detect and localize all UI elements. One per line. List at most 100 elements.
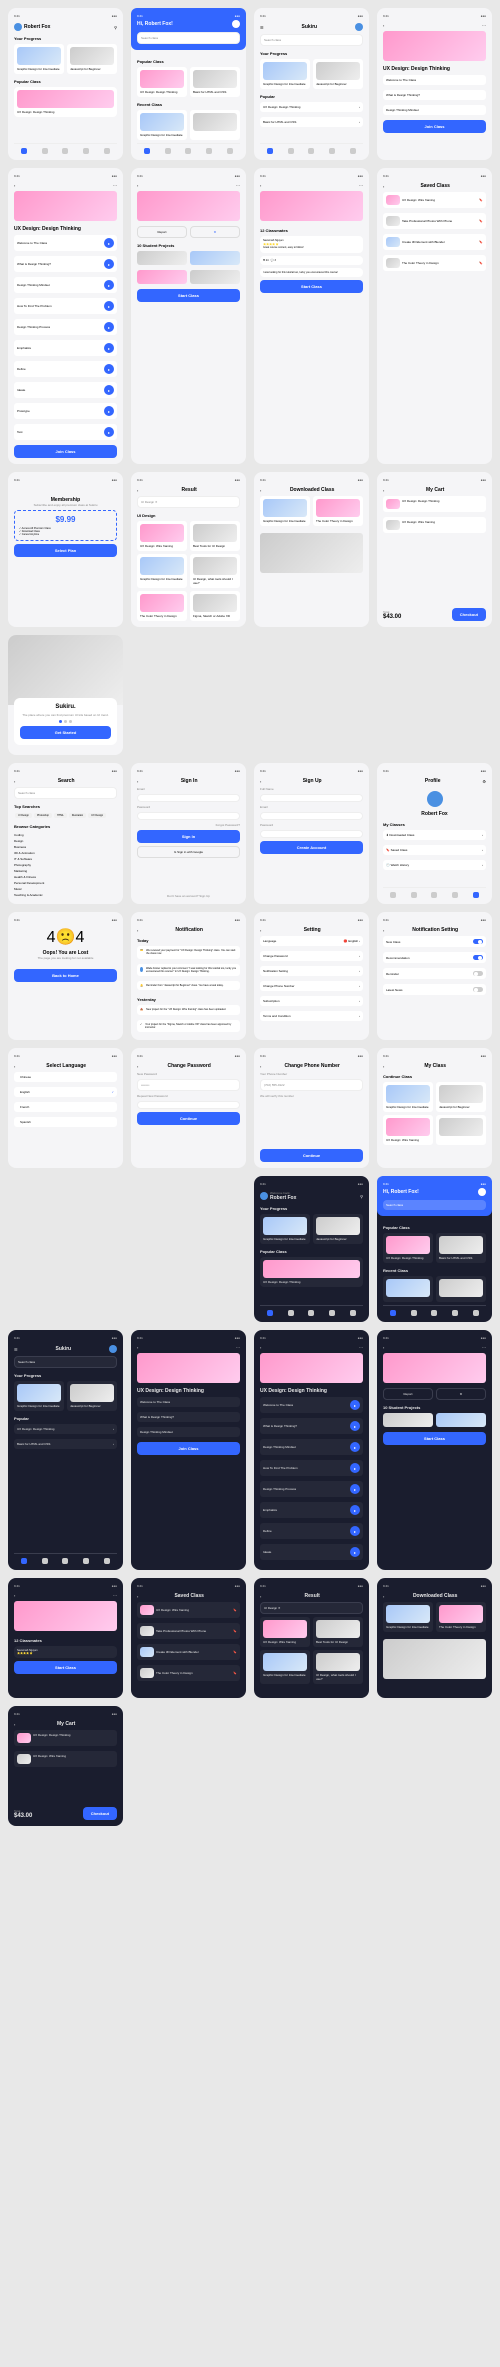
search-input[interactable]: Search class bbox=[14, 787, 117, 799]
menu-history[interactable]: 🕐 Watch History› bbox=[383, 860, 486, 870]
back-icon[interactable]: ‹ bbox=[137, 1064, 138, 1069]
class-card[interactable] bbox=[190, 110, 240, 140]
menu-icon[interactable]: ☰ bbox=[260, 25, 264, 30]
back-icon[interactable]: ‹ bbox=[137, 488, 138, 493]
popular-item[interactable]: UX Design: Design Thinking› bbox=[260, 102, 363, 112]
back-icon[interactable]: ‹ bbox=[383, 928, 384, 933]
course-topics-full: 9:41●●● ‹⋯ UX Design: Design Thinking We… bbox=[8, 168, 123, 464]
back-icon[interactable]: ‹ bbox=[137, 183, 138, 188]
continue-button[interactable]: Continue bbox=[260, 1149, 363, 1162]
back-icon[interactable]: ‹ bbox=[260, 928, 261, 933]
cart-item[interactable]: UX Design: Design Thinking bbox=[383, 496, 486, 512]
bookmark-icon[interactable]: 🔖 bbox=[479, 198, 483, 202]
lang-option[interactable]: French bbox=[14, 1102, 117, 1112]
lang-option[interactable]: Spanish bbox=[14, 1117, 117, 1127]
gear-icon[interactable]: ⚙ bbox=[482, 779, 486, 784]
phone-field[interactable]: (702) 555-0122 bbox=[260, 1079, 363, 1091]
back-icon[interactable]: ‹ bbox=[14, 1064, 15, 1069]
course-projects-dark: 9:41●●● ‹⋯ Report★ 10 Student Projects S… bbox=[377, 1330, 492, 1570]
toggle-recommendation[interactable] bbox=[473, 955, 483, 960]
back-icon[interactable]: ‹ bbox=[260, 183, 261, 188]
progress-card[interactable]: Graphic Design for Intermediate bbox=[14, 44, 64, 74]
search-input[interactable]: Search class bbox=[137, 32, 240, 44]
avatar[interactable] bbox=[232, 20, 240, 28]
password-field[interactable] bbox=[137, 812, 240, 820]
fullname-field[interactable] bbox=[260, 794, 363, 802]
toggle-news[interactable] bbox=[473, 987, 483, 992]
email-field[interactable] bbox=[137, 794, 240, 802]
search-icon[interactable]: ⚲ bbox=[360, 1194, 363, 1199]
join-class-button[interactable]: Join Class bbox=[14, 445, 117, 458]
back-home-button[interactable]: Back to Home bbox=[14, 969, 117, 982]
back-icon[interactable]: ‹ bbox=[14, 183, 15, 188]
nav-profile-icon[interactable] bbox=[104, 148, 110, 154]
class-card[interactable]: Graphic Design for Intermediate bbox=[137, 110, 187, 140]
signup-link[interactable]: Don't have an account? Sign Up bbox=[137, 894, 240, 898]
menu-saved[interactable]: 🔖 Saved Class› bbox=[383, 845, 486, 855]
repeat-password-field[interactable] bbox=[137, 1101, 240, 1109]
google-signin-button[interactable]: G Sign in with Google bbox=[137, 846, 240, 858]
nav-search-icon[interactable] bbox=[42, 148, 48, 154]
back-icon[interactable]: ‹ bbox=[383, 1064, 384, 1069]
popular-item[interactable]: Basic for HTML and CSS› bbox=[260, 117, 363, 127]
search-input[interactable]: Search class bbox=[260, 34, 363, 46]
toggle-reminder[interactable] bbox=[473, 971, 483, 976]
setting-terms[interactable]: Terms and Condition› bbox=[260, 1011, 363, 1021]
search-icon[interactable]: ⚲ bbox=[114, 25, 117, 30]
back-icon[interactable]: ‹ bbox=[260, 1064, 261, 1069]
new-password-field[interactable]: •••••••• bbox=[137, 1079, 240, 1091]
play-icon[interactable]: ▸ bbox=[104, 238, 114, 248]
progress-card[interactable]: Javascript for Beginner bbox=[67, 44, 117, 74]
more-icon[interactable]: ⋯ bbox=[113, 183, 117, 188]
popular-card[interactable]: UX Design: Design Thinking bbox=[14, 87, 117, 117]
course-hero-image bbox=[14, 191, 117, 221]
lang-option[interactable]: English✓ bbox=[14, 1087, 117, 1097]
report-button[interactable]: Report bbox=[137, 226, 187, 238]
setting-subscription[interactable]: Subscription› bbox=[260, 996, 363, 1006]
profile-avatar[interactable] bbox=[427, 791, 443, 807]
nav-saved-icon[interactable] bbox=[62, 148, 68, 154]
back-icon[interactable]: ‹ bbox=[260, 488, 261, 493]
continue-button[interactable]: Continue bbox=[137, 1112, 240, 1125]
back-icon[interactable]: ‹ bbox=[383, 488, 384, 493]
class-card[interactable]: UX Design: Design Thinking bbox=[137, 67, 187, 97]
nav-cart-icon[interactable] bbox=[83, 148, 89, 154]
setting-phone[interactable]: Change Phone Number› bbox=[260, 981, 363, 991]
saved-class: 9:41●●● ‹Saved Class UX Design: Wire fra… bbox=[377, 168, 492, 464]
video-preview[interactable] bbox=[260, 533, 363, 573]
class-card[interactable]: Basic for HTML and CSS bbox=[190, 67, 240, 97]
back-icon[interactable]: ‹ bbox=[137, 928, 138, 933]
checkout-button[interactable]: Checkout bbox=[452, 608, 486, 621]
setting-password[interactable]: Change Password› bbox=[260, 951, 363, 961]
toggle-newclass[interactable] bbox=[473, 939, 483, 944]
nav-home-icon[interactable] bbox=[21, 148, 27, 154]
back-icon[interactable]: ‹ bbox=[383, 184, 384, 189]
menu-downloaded[interactable]: ⬇ Downloaded Class› bbox=[383, 830, 486, 840]
saved-item[interactable]: UX Design: Wire framing🔖 bbox=[383, 192, 486, 208]
change-password: 9:41●●● ‹Change Password New Password ••… bbox=[131, 1048, 246, 1168]
notification-item[interactable]: 💳We received your payment for "UX Design… bbox=[137, 946, 240, 959]
back-icon[interactable]: ‹ bbox=[383, 23, 384, 28]
cart-item[interactable]: UX Design: Wire framing bbox=[383, 517, 486, 533]
email-field[interactable] bbox=[260, 812, 363, 820]
password-field[interactable] bbox=[260, 830, 363, 838]
start-class-button[interactable]: Start Class bbox=[137, 289, 240, 302]
avatar[interactable] bbox=[14, 23, 22, 31]
create-account-button[interactable]: Create Account bbox=[260, 841, 363, 854]
avatar[interactable] bbox=[355, 23, 363, 31]
back-icon[interactable]: ‹ bbox=[137, 779, 138, 784]
setting-notification[interactable]: Notification Setting› bbox=[260, 966, 363, 976]
select-language: 9:41●●● ‹Select Language Chinese English… bbox=[8, 1048, 123, 1168]
forgot-password-link[interactable]: Forgot Password? bbox=[137, 823, 240, 827]
select-plan-button[interactable]: Select Plan bbox=[14, 544, 117, 557]
signin-button[interactable]: Sign In bbox=[137, 830, 240, 843]
more-icon[interactable]: ⋯ bbox=[482, 23, 486, 28]
back-icon[interactable]: ‹ bbox=[14, 779, 15, 784]
user-name: Robert Fox bbox=[24, 24, 50, 30]
join-class-button[interactable]: Join Class bbox=[383, 120, 486, 133]
lang-option[interactable]: Chinese bbox=[14, 1072, 117, 1082]
get-started-button[interactable]: Get Started bbox=[20, 726, 111, 739]
setting-language[interactable]: Language🔴 English › bbox=[260, 936, 363, 946]
search-input[interactable]: UI Design ✕ bbox=[137, 496, 240, 508]
back-icon[interactable]: ‹ bbox=[260, 779, 261, 784]
